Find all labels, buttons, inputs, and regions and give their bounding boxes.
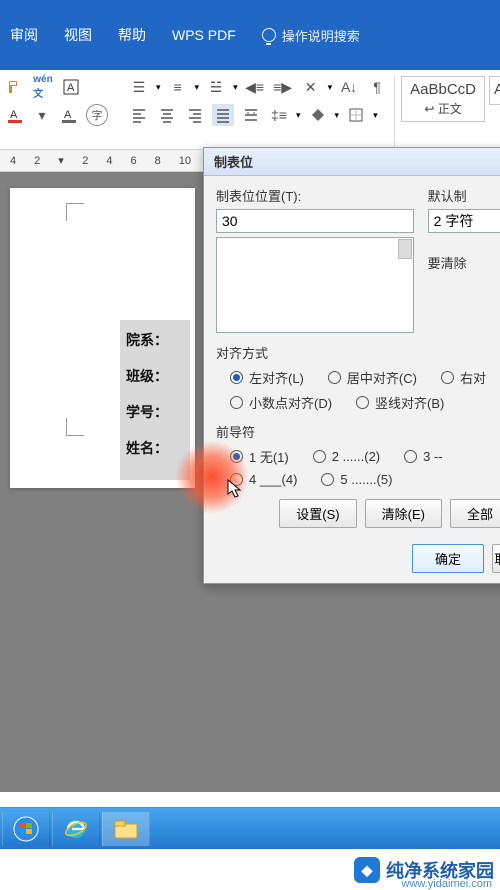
tab-position-input[interactable] [216,209,414,233]
align-center-icon[interactable] [156,104,178,126]
help-search-text: 操作说明搜索 [282,26,360,45]
shading-icon[interactable] [307,104,329,126]
multilevel-icon[interactable]: ☱ [205,76,227,98]
mouse-cursor-icon [227,479,245,501]
ruler-mark: 2 [34,155,40,167]
scrollbar-thumb[interactable] [398,239,412,259]
sort-icon[interactable]: A↓ [338,76,360,98]
align-left-radio[interactable]: 左对齐(L) [230,368,304,387]
paragraph-mark-icon[interactable]: ¶ [366,76,388,98]
numbering-icon[interactable]: ≡ [167,76,189,98]
ruler-mark: 2 [82,155,88,167]
format-painter-icon[interactable] [4,76,26,98]
decrease-indent-icon[interactable]: ◀≡ [244,76,266,98]
taskbar-files[interactable] [102,812,150,846]
ruler-mark: 10 [179,155,191,167]
margin-corner-icon [66,418,84,436]
menu-wpspdf[interactable]: WPS PDF [172,27,236,43]
clear-all-button[interactable]: 全部 [450,499,500,528]
pinyin-guide-icon[interactable]: wén文 [32,76,54,98]
start-button[interactable] [2,812,50,846]
font-color-icon[interactable]: A [4,104,26,126]
svg-text:A: A [67,82,75,94]
style-next[interactable]: A [489,76,500,105]
char-shading-icon[interactable]: 字 [86,104,108,126]
align-left-icon[interactable] [128,104,150,126]
field-class-label: 班级： [126,366,184,386]
ok-button[interactable]: 确定 [412,544,484,573]
increase-indent-icon[interactable]: ≡▶ [272,76,294,98]
align-decimal-radio[interactable]: 小数点对齐(D) [230,393,332,412]
tab-position-label: 制表位位置(T): [216,186,414,205]
style-normal[interactable]: AaBbCcD ↩ 正文 [401,76,485,122]
taskbar [0,807,500,849]
style-name-text: ↩ 正文 [410,100,476,117]
leader-1-radio[interactable]: 1 无(1) [230,447,289,466]
dialog-title: 制表位 [204,148,500,176]
highlight-icon[interactable]: A [58,104,80,126]
alignment-section-title: 对齐方式 [216,343,500,362]
svg-text:A: A [10,109,18,121]
style-preview-text: AaBbCcD [410,81,476,98]
ruler-mark: 8 [155,155,161,167]
distribute-icon[interactable] [240,104,262,126]
watermark-badge-icon: ◆ [354,857,380,883]
field-dept-label: 院系： [126,330,184,350]
margin-corner-icon [66,203,84,221]
leader-5-radio[interactable]: 5 .......(5) [321,472,392,487]
tabs-dialog: 制表位 制表位位置(T): 默认制 要清除 对齐方式 左对齐(L) 居中对齐(C… [203,147,500,584]
align-center-radio[interactable]: 居中对齐(C) [328,368,417,387]
leader-2-radio[interactable]: 2 ......(2) [313,447,380,466]
menu-help[interactable]: 帮助 [118,25,146,45]
clear-button[interactable]: 清除(E) [365,499,442,528]
leader-section-title: 前导符 [216,422,500,441]
svg-text:A: A [64,109,72,121]
default-tab-input[interactable] [428,209,500,233]
watermark: ◆ 纯净系统家园 [354,857,494,883]
align-right-radio[interactable]: 右对 [441,368,486,387]
bullets-icon[interactable]: ☰ [128,76,150,98]
dropdown-arrow-icon[interactable]: ▾ [32,104,52,126]
default-tab-label: 默认制 [428,186,500,205]
lightbulb-icon [262,28,276,42]
align-right-icon[interactable] [184,104,206,126]
help-search[interactable]: 操作说明搜索 [262,26,360,45]
menu-review[interactable]: 审阅 [10,25,38,45]
align-justify-icon[interactable] [212,104,234,126]
tab-position-listbox[interactable] [216,237,414,333]
menu-bar: 审阅 视图 帮助 WPS PDF 操作说明搜索 [0,0,500,70]
field-name-label: 姓名： [126,438,184,458]
ruler-mark: 4 [10,155,16,167]
clear-hint-label: 要清除 [428,253,500,272]
taskbar-ie[interactable] [52,812,100,846]
ruler-mark: 6 [131,155,137,167]
menu-view[interactable]: 视图 [64,25,92,45]
char-border-icon[interactable]: A [60,76,82,98]
field-id-label: 学号： [126,402,184,422]
borders-icon[interactable] [345,104,367,126]
cancel-button[interactable]: 取 [492,544,500,573]
document-text-block[interactable]: 院系： 班级： 学号： 姓名： [120,320,190,480]
leader-3-radio[interactable]: 3 -- [404,447,443,466]
ribbon: wén文 A A ▾ A 字 ☰▾ ≡▾ ☱▾ ◀≡ ≡▶ ✕▾ A↓ ¶ ‡≡… [0,70,500,150]
set-button[interactable]: 设置(S) [279,499,356,528]
watermark-text: 纯净系统家园 [386,857,494,883]
align-bar-radio[interactable]: 竖线对齐(B) [356,393,444,412]
ruler-mark: 4 [106,155,112,167]
line-spacing-icon[interactable]: ‡≡ [268,104,290,126]
clear-format-icon[interactable]: ✕ [300,76,322,98]
